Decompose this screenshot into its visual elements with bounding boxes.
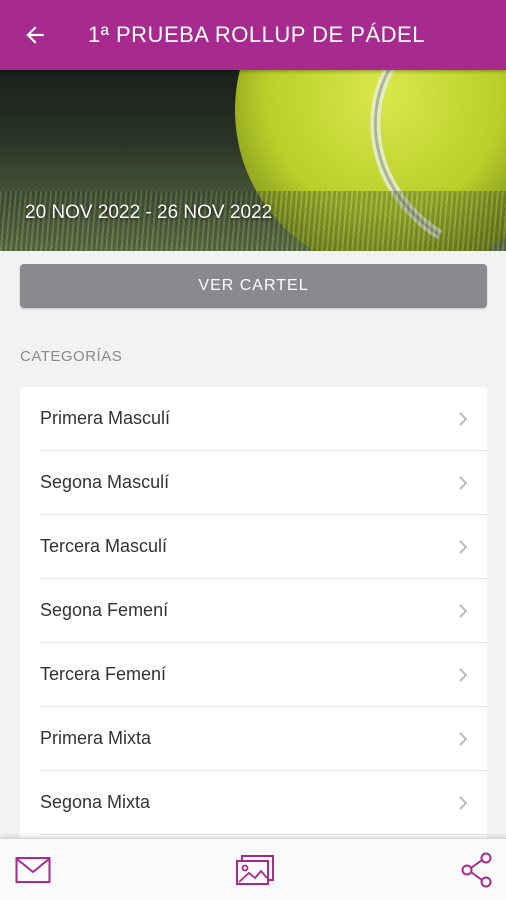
arrow-left-icon [26,26,44,44]
list-item-label: Tercera Masculí [40,536,168,556]
list-item-label: Segona Masculí [40,472,170,492]
bottom-bar [0,838,506,900]
chevron-right-icon [459,603,468,618]
chevron-right-icon [459,731,468,746]
list-item[interactable]: Primera Masculí [40,387,487,451]
mail-button[interactable] [8,847,58,893]
list-item[interactable]: Segona Masculí [40,451,487,515]
mail-icon [15,857,51,883]
list-item-label: Primera Mixta [40,728,152,748]
date-range: 20 NOV 2022 - 26 NOV 2022 [25,202,273,223]
categories-heading: CATEGORÍAS [20,348,123,365]
share-button[interactable] [452,847,502,893]
list-item-label: Segona Femení [40,600,169,620]
chevron-right-icon [459,667,468,682]
hero-banner: 20 NOV 2022 - 26 NOV 2022 [0,70,506,251]
chevron-right-icon [459,795,468,810]
chevron-right-icon [459,411,468,426]
list-item-label: Primera Masculí [40,408,171,428]
list-item-label: Segona Mixta [40,792,151,812]
gallery-icon [236,855,274,885]
list-item[interactable]: Segona Mixta [40,771,487,835]
list-item[interactable]: Tercera Femení [40,643,487,707]
back-button[interactable] [0,0,70,70]
list-item[interactable]: Tercera Masculí [40,515,487,579]
list-item[interactable]: Segona Femení [40,579,487,643]
view-poster-button[interactable]: VER CARTEL [20,264,487,308]
gallery-button[interactable] [230,847,280,893]
share-icon [461,852,492,888]
categories-list: Primera Masculí Segona Masculí Tercera M… [20,387,487,847]
chevron-right-icon [459,539,468,554]
chevron-right-icon [459,475,468,490]
page-title: 1ª PRUEBA ROLLUP DE PÁDEL [88,22,425,47]
app-bar: 1ª PRUEBA ROLLUP DE PÁDEL [0,0,506,70]
list-item[interactable]: Primera Mixta [40,707,487,771]
list-item-label: Tercera Femení [40,664,167,684]
